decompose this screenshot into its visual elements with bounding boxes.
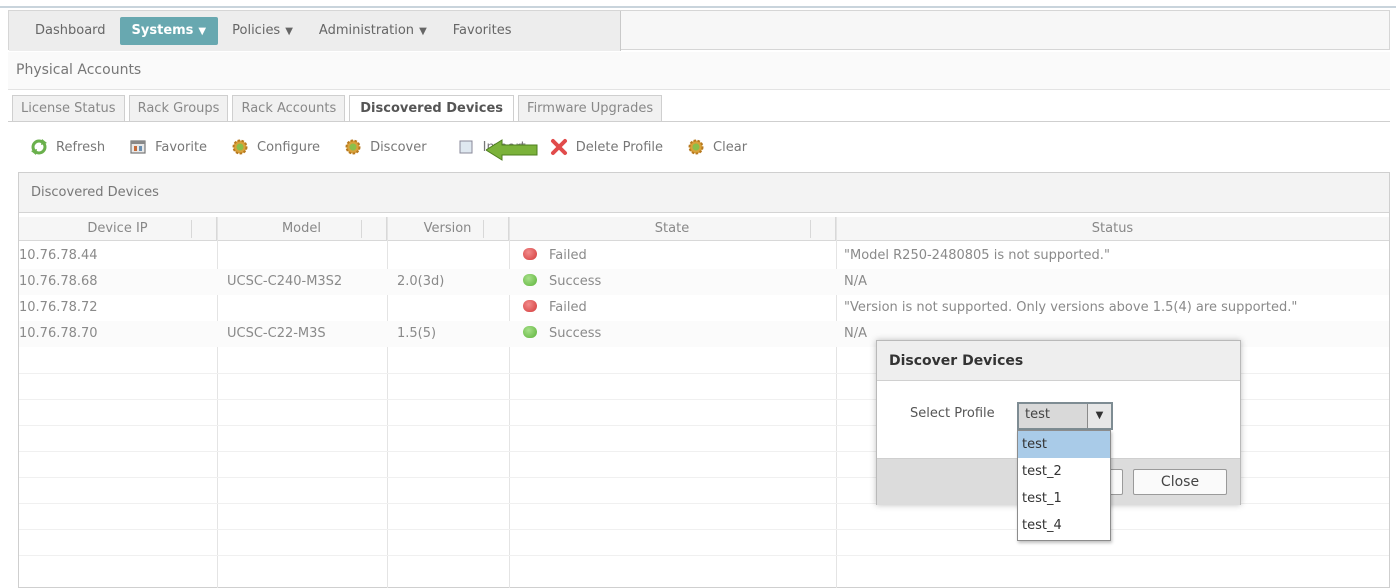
profile-option[interactable]: test_4 [1018, 512, 1110, 539]
profile-dropdown-list: test test_2 test_1 test_4 [1017, 430, 1111, 541]
table-header: Device IP Model Version State Status [19, 217, 1389, 241]
empty-row-line [19, 529, 1389, 530]
state-cell: Failed [523, 295, 587, 321]
profile-select-value: test [1025, 407, 1050, 422]
close-button[interactable]: Close [1133, 469, 1227, 495]
gear-icon [688, 139, 704, 155]
top-border [0, 0, 1396, 8]
top-nav-bar: Dashboard Systems ▼ Policies ▼ Administrat… [8, 10, 1390, 51]
profile-select[interactable]: test ▼ [1017, 402, 1113, 430]
tab-rack-groups[interactable]: Rack Groups [128, 95, 229, 121]
table-row[interactable]: 10.76.78.44 Failed "Model R250-2480805 i… [19, 243, 1389, 269]
delete-x-icon [550, 139, 567, 155]
nav-policies[interactable]: Policies ▼ [220, 17, 305, 45]
page-title: Physical Accounts [16, 62, 142, 78]
tab-rack-accounts[interactable]: Rack Accounts [232, 95, 346, 121]
state-cell: Success [523, 321, 601, 347]
state-cell: Failed [523, 243, 587, 269]
page-title-bar [8, 52, 1390, 90]
profile-option[interactable]: test_1 [1018, 485, 1110, 512]
table-row[interactable]: 10.76.78.72 Failed "Version is not suppo… [19, 295, 1389, 321]
profile-option[interactable]: test_2 [1018, 458, 1110, 485]
refresh-button[interactable]: Refresh [30, 138, 105, 156]
empty-row-line [19, 555, 1389, 556]
success-status-icon [523, 274, 537, 286]
tabs-divider [8, 121, 1390, 122]
tab-license-status[interactable]: License Status [12, 95, 125, 121]
gear-icon [345, 139, 361, 155]
failed-status-icon [523, 300, 537, 312]
discover-button[interactable]: Discover [344, 138, 427, 156]
profile-option[interactable]: test [1018, 431, 1110, 458]
caret-down-icon: ▼ [419, 26, 427, 37]
col-state[interactable]: State [509, 217, 836, 240]
col-model[interactable]: Model [217, 217, 387, 240]
nav-favorites[interactable]: Favorites [441, 17, 524, 45]
favorite-button[interactable]: Favorite [129, 138, 207, 156]
import-icon [459, 140, 473, 154]
green-arrow-icon [486, 139, 538, 161]
caret-down-icon: ▼ [198, 26, 207, 37]
chevron-down-icon[interactable]: ▼ [1087, 404, 1111, 428]
toolbar: Refresh Favorite Configure Discover Impo… [30, 134, 771, 160]
favorite-icon [130, 140, 146, 154]
caret-down-icon: ▼ [285, 26, 293, 37]
top-nav-menu: Dashboard Systems ▼ Policies ▼ Administrat… [9, 11, 621, 51]
col-status[interactable]: Status [836, 217, 1389, 240]
refresh-icon [31, 139, 47, 155]
nav-dashboard[interactable]: Dashboard [23, 17, 118, 45]
nav-administration[interactable]: Administration ▼ [307, 17, 439, 45]
state-cell: Success [523, 269, 601, 295]
failed-status-icon [523, 248, 537, 260]
configure-button[interactable]: Configure [231, 138, 320, 156]
delete-profile-button[interactable]: Delete Profile [550, 138, 663, 156]
tab-bar: License Status Rack Groups Rack Accounts… [12, 95, 666, 122]
tab-discovered-devices[interactable]: Discovered Devices [349, 95, 515, 122]
clear-button[interactable]: Clear [687, 138, 747, 156]
success-status-icon [523, 326, 537, 338]
panel-title: Discovered Devices [19, 173, 1389, 213]
col-device-ip[interactable]: Device IP [19, 217, 217, 240]
gear-icon [232, 139, 248, 155]
tab-firmware-upgrades[interactable]: Firmware Upgrades [518, 95, 663, 121]
select-profile-label: Select Profile [910, 406, 995, 421]
nav-systems[interactable]: Systems ▼ [119, 17, 219, 45]
col-version[interactable]: Version [387, 217, 509, 240]
table-row[interactable]: 10.76.78.68 UCSC-C240-M3S2 2.0(3d) Succe… [19, 269, 1389, 295]
dialog-title: Discover Devices [877, 341, 1240, 381]
